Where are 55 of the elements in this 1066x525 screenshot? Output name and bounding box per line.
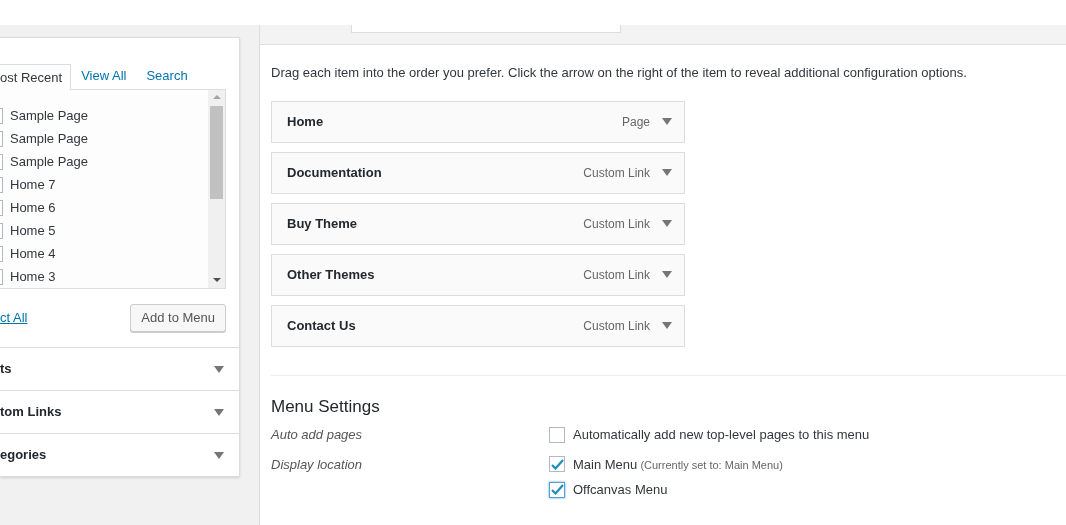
setting-label: Auto add pages: [271, 426, 364, 444]
section-heading: Menu Settings: [271, 395, 381, 418]
menu-item[interactable]: Documentation Custom Link: [271, 151, 685, 194]
checkbox[interactable]: [549, 456, 565, 473]
item-label: Home 6: [10, 198, 56, 217]
select-all-link[interactable]: ct All: [0, 308, 28, 328]
checkbox[interactable]: [0, 107, 3, 124]
option-label: Offcanvas Menu: [573, 481, 668, 499]
accordion-section[interactable]: egories: [0, 433, 239, 476]
item-type: Custom Link: [583, 164, 650, 182]
item-label: Sample Page: [10, 106, 89, 125]
caret-icon: [214, 451, 224, 459]
item-label: Sample Page: [10, 129, 89, 148]
tab[interactable]: View All: [71, 63, 137, 89]
tab[interactable]: ost Recent: [0, 64, 72, 90]
caret-icon: [214, 408, 224, 416]
scrollbar[interactable]: [208, 90, 225, 288]
checkbox[interactable]: [549, 426, 565, 443]
caret-icon: [662, 322, 672, 329]
item-label: Home 4: [10, 244, 56, 263]
caret-icon: [662, 271, 672, 278]
option-label: Main Menu (Currently set to: Main Menu): [573, 455, 783, 474]
checkmark-icon: [550, 458, 564, 470]
checkbox[interactable]: [0, 245, 3, 262]
checkbox[interactable]: [0, 268, 3, 285]
checkbox[interactable]: [0, 130, 3, 147]
item-type: Custom Link: [583, 215, 650, 233]
checkbox[interactable]: [0, 153, 3, 170]
checkmark-icon: [550, 484, 564, 496]
tab[interactable]: Search: [136, 63, 198, 89]
menu-item[interactable]: Buy Theme Custom Link: [271, 202, 685, 245]
menu-item[interactable]: Other Themes Custom Link: [271, 253, 685, 296]
item-label: Home 7: [10, 175, 56, 194]
caret-icon: [662, 169, 672, 176]
caret-icon: [662, 220, 672, 227]
item-type: Custom Link: [583, 266, 650, 284]
checkbox[interactable]: [549, 481, 565, 498]
accordion-section[interactable]: tom Links: [0, 390, 239, 433]
menu-item[interactable]: Home Page: [271, 100, 685, 143]
item-type: Custom Link: [583, 317, 650, 335]
option-label: Automatically add new top-level pages to this menu: [573, 426, 870, 444]
caret-icon: [662, 118, 672, 125]
checkbox[interactable]: [0, 176, 3, 193]
item-type: Page: [621, 113, 650, 131]
setting-label: Display location: [271, 455, 364, 474]
caret-icon: [214, 365, 224, 373]
instructions: Drag each item into the order you prefer. Click the arrow on the right of the item to reveal additional configuration options.: [271, 64, 968, 82]
menu-item[interactable]: Contact Us Custom Link: [271, 304, 685, 347]
checkbox[interactable]: [0, 222, 3, 239]
checkbox[interactable]: [0, 199, 3, 216]
item-label: Home 5: [10, 221, 56, 240]
add-to-menu-button[interactable]: Add to Menu: [130, 304, 226, 332]
item-label: Home 3: [10, 267, 56, 286]
accordion-section[interactable]: ts: [0, 347, 239, 390]
item-label: Sample Page: [10, 152, 89, 171]
